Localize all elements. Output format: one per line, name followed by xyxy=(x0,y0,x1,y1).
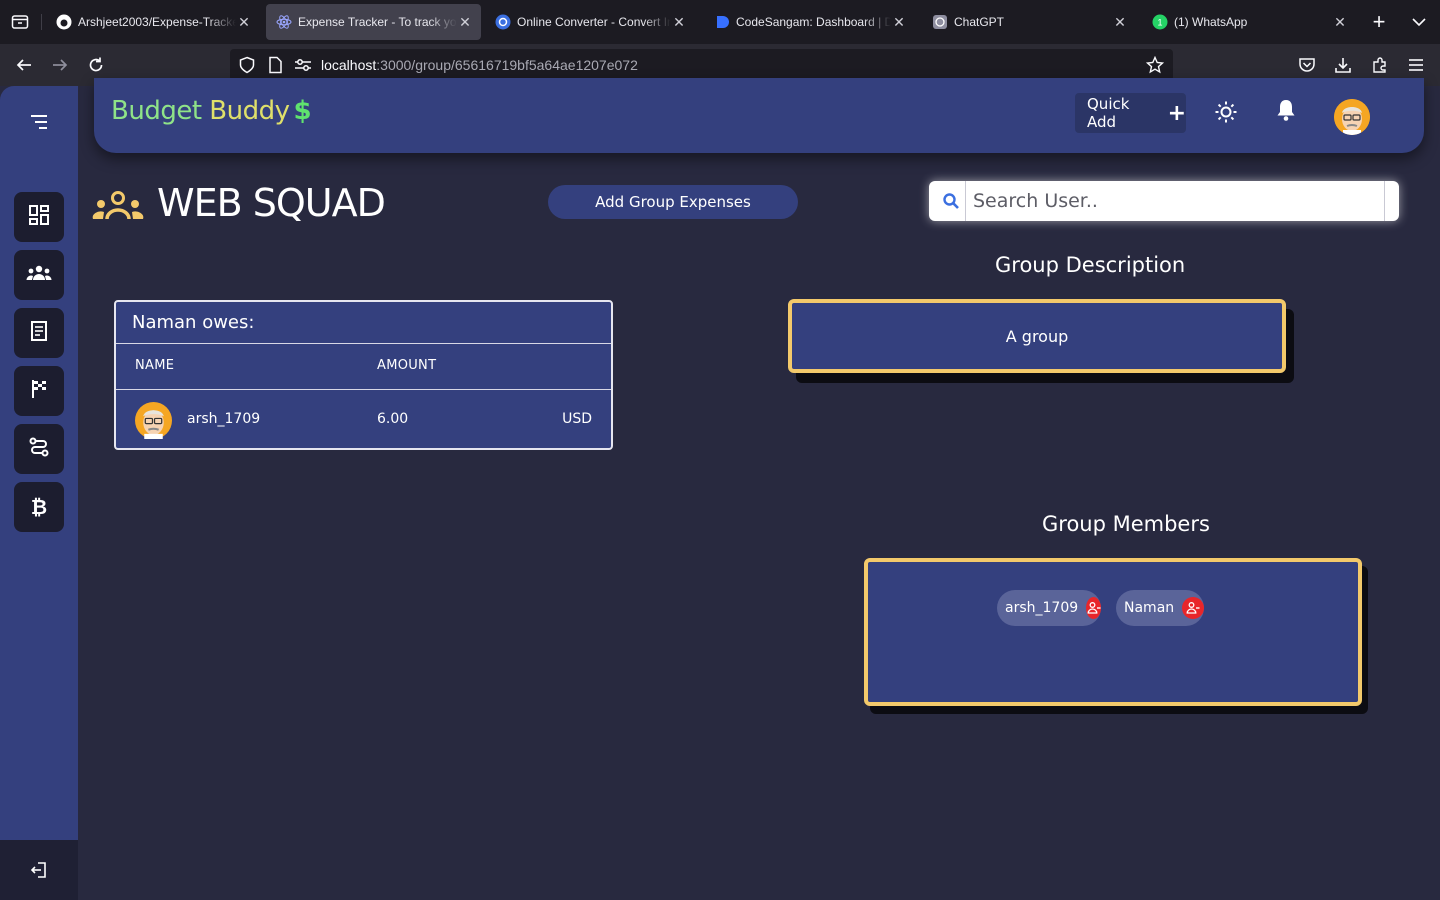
whatsapp-icon: 1 xyxy=(1152,14,1168,30)
app-menu-icon[interactable] xyxy=(1405,54,1427,76)
bitcoin-icon: ₿ xyxy=(30,494,48,519)
openai-icon xyxy=(932,14,948,30)
group-members-card: arsh_1709 Naman xyxy=(864,558,1362,706)
tab-codesangam[interactable]: CodeSangam: Dashboard | Devfolio ✕ xyxy=(704,4,915,40)
owes-card: Naman owes: NAME AMOUNT arsh_1709 6.00 U… xyxy=(114,300,613,450)
close-tab-icon[interactable]: ✕ xyxy=(1112,14,1128,31)
search-user-input[interactable] xyxy=(973,186,1373,216)
sidebar-item-routes[interactable] xyxy=(14,424,64,474)
member-name: Naman xyxy=(1124,600,1175,616)
receipt-icon xyxy=(29,320,49,347)
owes-row-currency: USD xyxy=(562,411,592,427)
member-chip: arsh_1709 xyxy=(997,590,1101,626)
plus-icon: + xyxy=(1167,100,1186,126)
group-members-title: Group Members xyxy=(1042,512,1210,536)
pocket-icon[interactable] xyxy=(1296,54,1318,76)
owes-title: Naman owes: xyxy=(132,312,255,333)
github-icon xyxy=(56,14,72,30)
extensions-icon[interactable] xyxy=(1369,54,1391,76)
shield-icon[interactable] xyxy=(238,56,256,79)
tab-online-converter[interactable]: Online Converter - Convert Image ✕ xyxy=(485,4,695,40)
close-tab-icon[interactable]: ✕ xyxy=(1332,14,1348,31)
converter-icon xyxy=(495,14,511,30)
route-icon xyxy=(28,436,50,463)
add-group-expenses-button[interactable]: Add Group Expenses xyxy=(548,185,798,219)
tab-github[interactable]: Arshjeet2003/Expense-Tracker ✕ xyxy=(46,4,260,40)
user-avatar[interactable] xyxy=(1334,99,1370,135)
devfolio-icon xyxy=(714,14,730,30)
tab-title: ChatGPT xyxy=(954,15,1005,29)
quick-add-button[interactable]: Quick Add + xyxy=(1075,93,1186,133)
permissions-icon[interactable] xyxy=(294,57,312,78)
divider xyxy=(116,343,611,344)
list-tabs-icon[interactable] xyxy=(1409,12,1429,32)
theme-toggle-icon[interactable] xyxy=(1214,100,1238,124)
sidebar-item-crypto[interactable]: ₿ xyxy=(14,482,64,532)
back-icon[interactable] xyxy=(13,54,35,76)
group-description-text: A group xyxy=(1005,326,1069,346)
browser-tab-bar: Arshjeet2003/Expense-Tracker ✕ Expense T… xyxy=(0,0,1440,44)
new-tab-icon[interactable]: + xyxy=(1369,9,1389,34)
owes-row-name: arsh_1709 xyxy=(187,411,261,427)
url-bar[interactable]: localhost:3000/group/65616719bf5a64ae120… xyxy=(230,49,1173,81)
app-header: Budget Buddy $ Quick Add + xyxy=(94,78,1424,153)
tab-expense-tracker[interactable]: Expense Tracker - To track your ✕ xyxy=(266,4,481,40)
flag-icon xyxy=(29,378,49,405)
logout-icon[interactable] xyxy=(30,861,48,884)
brand-part-1: Budget xyxy=(111,96,202,126)
notification-bell-icon[interactable] xyxy=(1274,98,1298,122)
brand-logo[interactable]: Budget Buddy $ xyxy=(111,96,312,126)
downloads-icon[interactable] xyxy=(1332,54,1354,76)
tab-chatgpt[interactable]: ChatGPT ✕ xyxy=(922,4,1136,40)
react-icon xyxy=(276,14,292,30)
search-user-box xyxy=(929,181,1399,221)
sidebar-item-expenses[interactable] xyxy=(14,308,64,358)
brand-part-2: Buddy xyxy=(209,96,290,126)
column-header-name: NAME xyxy=(135,358,175,373)
tab-separator xyxy=(41,14,42,30)
svg-text:1: 1 xyxy=(1157,18,1162,28)
tab-title: Online Converter - Convert Image xyxy=(517,15,671,29)
group-description-title: Group Description xyxy=(995,253,1186,277)
close-tab-icon[interactable]: ✕ xyxy=(457,14,473,31)
group-icon xyxy=(92,190,144,222)
close-tab-icon[interactable]: ✕ xyxy=(891,14,907,31)
member-name: arsh_1709 xyxy=(1005,600,1079,616)
search-divider xyxy=(965,181,966,221)
sidebar-item-dashboard[interactable] xyxy=(14,192,64,242)
menu-toggle-icon[interactable] xyxy=(29,114,49,135)
page-icon[interactable] xyxy=(267,56,283,79)
brand-symbol: $ xyxy=(293,96,312,126)
tab-title: Expense Tracker - To track your xyxy=(298,15,457,29)
tab-whatsapp[interactable]: 1 (1) WhatsApp ✕ xyxy=(1142,4,1356,40)
avatar xyxy=(135,402,172,439)
tab-title: Arshjeet2003/Expense-Tracker xyxy=(78,15,236,29)
remove-member-icon[interactable] xyxy=(1182,597,1204,619)
quick-add-label: Quick Add xyxy=(1087,95,1130,131)
sidebar-item-goals[interactable] xyxy=(14,366,64,416)
close-tab-icon[interactable]: ✕ xyxy=(236,14,252,31)
group-description-card: A group xyxy=(788,299,1286,373)
column-header-amount: AMOUNT xyxy=(377,358,437,373)
owes-row-amount: 6.00 xyxy=(377,411,409,427)
reload-icon[interactable] xyxy=(85,54,107,76)
dashboard-icon xyxy=(28,204,50,231)
tab-title: CodeSangam: Dashboard | Devfolio xyxy=(736,15,891,29)
url-text: localhost:3000/group/65616719bf5a64ae120… xyxy=(321,57,638,73)
sidebar-item-groups[interactable] xyxy=(14,250,64,300)
close-tab-icon[interactable]: ✕ xyxy=(671,14,687,31)
forward-icon[interactable] xyxy=(49,54,71,76)
divider xyxy=(116,389,611,390)
sidebar: ₿ xyxy=(0,86,78,840)
tab-manager-icon[interactable] xyxy=(10,12,30,32)
tab-title: (1) WhatsApp xyxy=(1174,15,1248,29)
groups-icon xyxy=(26,264,52,287)
bookmark-star-icon[interactable] xyxy=(1145,55,1165,79)
sidebar-footer xyxy=(0,840,78,900)
search-divider xyxy=(1384,181,1385,221)
remove-member-icon[interactable] xyxy=(1086,597,1101,619)
search-icon xyxy=(941,191,961,211)
group-title: WEB SQUAD xyxy=(157,181,386,225)
member-chip: Naman xyxy=(1116,590,1204,626)
